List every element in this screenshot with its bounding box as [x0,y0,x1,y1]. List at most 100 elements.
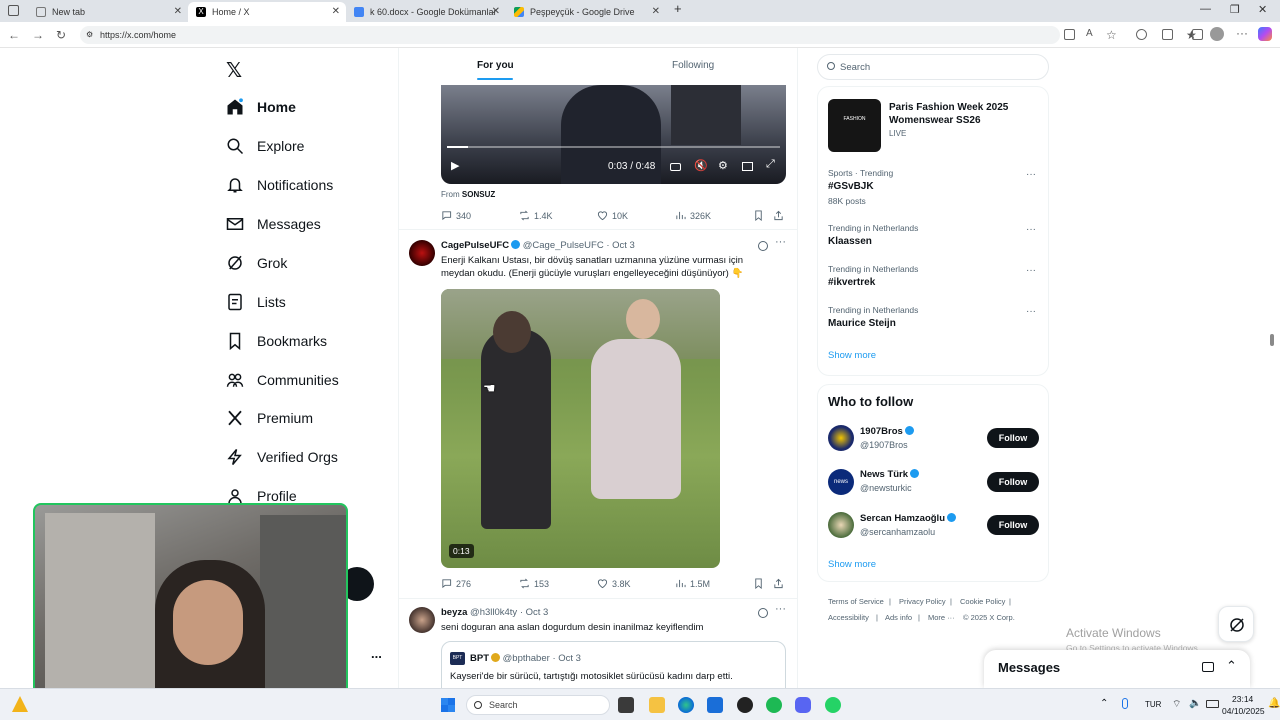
chevron-up-icon[interactable]: ⌃ [1226,658,1237,674]
nav-messages[interactable]: Messages [226,212,321,236]
tab-google-drive[interactable]: Peşpeyçük - Google Drive ✕ [506,2,666,22]
wifi-icon[interactable]: ⌔ [1172,698,1181,711]
notification-bell-icon[interactable]: 🔔 [1268,698,1280,709]
close-icon[interactable]: ✕ [174,6,182,17]
new-message-icon[interactable] [1202,662,1214,672]
tweet-date[interactable]: · Oct 3 [520,607,549,618]
trend-more-icon[interactable]: ··· [1026,306,1036,317]
nav-verified-orgs[interactable]: Verified Orgs [226,445,338,469]
footer-privacy-link[interactable]: Privacy Policy [899,597,946,606]
footer-terms-link[interactable]: Terms of Service [828,597,884,606]
settings-more-icon[interactable]: ··· [1236,26,1248,40]
trend-more-icon[interactable]: ··· [1026,265,1036,276]
fashion-week-title[interactable]: Paris Fashion Week 2025 Womenswear SS26 [889,101,1008,127]
footer-ads-link[interactable]: Ads info [885,613,912,622]
copilot-icon[interactable] [1258,27,1272,41]
x-logo[interactable]: 𝕏 [226,58,242,83]
app-icon[interactable] [737,697,753,713]
grok-icon[interactable] [758,608,768,618]
author-handle[interactable]: @Cage_PulseUFC [523,240,604,251]
tweet-date[interactable]: · Oct 3 [606,240,635,251]
clock-time[interactable]: 23:14 [1232,694,1253,704]
avatar[interactable] [409,607,435,633]
follow-button[interactable]: Follow [987,515,1039,535]
whatsapp-icon[interactable] [825,697,841,713]
like-button[interactable]: 10K [597,210,628,221]
split-screen-icon[interactable] [1162,29,1173,40]
tab-home-x[interactable]: X Home / X ✕ [188,2,346,22]
from-source-name[interactable]: SONSUZ [462,190,495,199]
mute-icon[interactable]: 🔇 [694,159,708,172]
follow-account-handle[interactable]: @newsturkic [860,483,912,493]
nav-home[interactable]: Home [226,95,296,119]
repost-button[interactable]: 1.4K [519,210,553,221]
nav-lists[interactable]: Lists [226,290,286,314]
forward-icon[interactable]: → [32,28,44,42]
follow-account-handle[interactable]: @1907Bros [860,440,908,450]
views-button[interactable]: 1.5M [675,578,710,589]
tweet-more-icon[interactable]: ··· [775,603,786,615]
microphone-icon[interactable] [1122,698,1128,709]
tab-for-you[interactable]: For you [477,60,514,71]
follow-button[interactable]: Follow [987,472,1039,492]
windows-start-icon[interactable] [441,698,455,712]
weather-icon[interactable] [12,696,28,712]
footer-accessibility-link[interactable]: Accessibility [828,613,869,622]
close-window-button[interactable]: ✕ [1258,3,1267,16]
collections-icon[interactable] [1192,29,1203,40]
edge-browser-icon[interactable] [678,697,694,713]
avatar[interactable] [409,240,435,266]
task-view-icon[interactable] [618,697,634,713]
trend-more-icon[interactable]: ··· [1026,224,1036,235]
nav-explore[interactable]: Explore [226,134,304,158]
author-name[interactable]: beyza [441,607,467,618]
repost-button[interactable]: 153 [519,578,549,589]
follow-account-handle[interactable]: @sercanhamzaolu [860,527,935,537]
tweet-video[interactable]: 0:13 [441,289,720,568]
reply-button[interactable]: 276 [441,578,471,589]
read-aloud-icon[interactable]: A [1086,28,1093,39]
footer-more-link[interactable]: More ··· [928,613,955,622]
chevron-up-icon[interactable]: ⌃ [1100,698,1108,709]
tab-actions-icon[interactable] [8,5,19,16]
store-icon[interactable] [707,697,723,713]
trend-more-icon[interactable]: ··· [1026,169,1036,180]
picture-in-picture-icon[interactable] [742,162,753,171]
tab-google-docs[interactable]: k 60.docx - Google Dokümanlar ✕ [346,2,506,22]
quoted-tweet[interactable]: BPT BPT @bpthaber · Oct 3 Kayseri'de bir… [441,641,786,688]
captions-icon[interactable] [670,163,681,171]
nav-communities[interactable]: Communities [226,368,339,392]
reply-button[interactable]: 340 [441,210,471,221]
footer-cookie-link[interactable]: Cookie Policy [960,597,1005,606]
close-icon[interactable]: ✕ [492,6,500,17]
play-icon[interactable]: ▶ [451,159,459,172]
fashion-week-thumbnail[interactable]: FASHION [828,99,881,152]
author-handle[interactable]: @h3ll0k4ty [470,607,517,618]
tweet-more-icon[interactable]: ··· [775,236,786,248]
close-icon[interactable]: ✕ [652,6,660,17]
reload-icon[interactable]: ↻ [56,28,66,42]
discord-icon[interactable] [795,697,811,713]
follow-account-name[interactable]: Sercan Hamzaoğlu [860,513,956,524]
avatar[interactable] [828,425,854,451]
bookmark-button[interactable] [753,210,768,221]
views-button[interactable]: 326K [675,210,711,221]
avatar[interactable] [828,512,854,538]
video-player-1[interactable]: ▶ 0:03 / 0:48 🔇 ⚙ ⤢ [441,85,786,184]
video-settings-icon[interactable]: ⚙ [718,159,728,172]
nav-notifications[interactable]: Notifications [226,173,333,197]
video-progress-track[interactable] [447,146,780,148]
fullscreen-icon[interactable]: ⤢ [766,158,775,171]
trends-show-more-link[interactable]: Show more [828,350,876,361]
follow-show-more-link[interactable]: Show more [828,559,876,570]
file-explorer-icon[interactable] [649,697,665,713]
grok-floating-button[interactable] [1218,606,1254,642]
clock-date[interactable]: 04/10/2025 [1222,706,1265,716]
trend-name[interactable]: #GSvBJK [828,181,874,192]
extensions-icon[interactable] [1136,29,1147,40]
trend-name[interactable]: #ikvertrek [828,277,875,288]
nav-grok[interactable]: Grok [226,251,287,275]
trend-name[interactable]: Klaassen [828,236,872,247]
grok-icon[interactable] [758,241,768,251]
avatar[interactable]: news [828,469,854,495]
